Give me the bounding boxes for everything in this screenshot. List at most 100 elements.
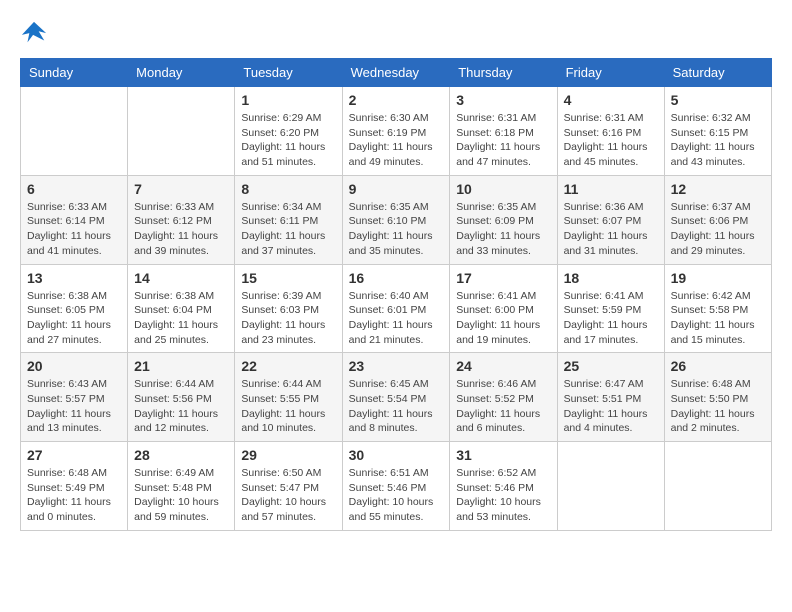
day-number: 20 — [27, 358, 121, 374]
calendar-cell: 5 Sunrise: 6:32 AM Sunset: 6:15 PM Daylig… — [664, 87, 771, 176]
day-info: Sunrise: 6:32 AM Sunset: 6:15 PM Dayligh… — [671, 111, 765, 170]
day-info: Sunrise: 6:48 AM Sunset: 5:49 PM Dayligh… — [27, 466, 121, 525]
day-number: 16 — [349, 270, 444, 286]
day-header-friday: Friday — [557, 59, 664, 87]
day-number: 31 — [456, 447, 550, 463]
day-number: 13 — [27, 270, 121, 286]
calendar-cell: 21 Sunrise: 6:44 AM Sunset: 5:56 PM Dayli… — [128, 353, 235, 442]
calendar-cell: 18Sunrise: 6:41 AM Sunset: 5:59 PM Dayli… — [557, 264, 664, 353]
day-info: Sunrise: 6:38 AM Sunset: 6:05 PM Dayligh… — [27, 289, 121, 348]
day-info: Sunrise: 6:33 AM Sunset: 6:12 PM Dayligh… — [134, 200, 228, 259]
calendar-week-2: 6 Sunrise: 6:33 AM Sunset: 6:14 PM Daylig… — [21, 175, 772, 264]
calendar-cell: 29 Sunrise: 6:50 AM Sunset: 5:47 PM Dayli… — [235, 442, 342, 531]
day-info: Sunrise: 6:31 AM Sunset: 6:16 PM Dayligh… — [564, 111, 658, 170]
day-info: Sunrise: 6:43 AM Sunset: 5:57 PM Dayligh… — [27, 377, 121, 436]
day-number: 15 — [241, 270, 335, 286]
day-number: 17 — [456, 270, 550, 286]
day-number: 25 — [564, 358, 658, 374]
day-header-wednesday: Wednesday — [342, 59, 450, 87]
day-number: 21 — [134, 358, 228, 374]
day-info: Sunrise: 6:40 AM Sunset: 6:01 PM Dayligh… — [349, 289, 444, 348]
calendar-cell: 11 Sunrise: 6:36 AM Sunset: 6:07 PM Dayli… — [557, 175, 664, 264]
calendar-week-1: 1 Sunrise: 6:29 AM Sunset: 6:20 PM Daylig… — [21, 87, 772, 176]
calendar-cell: 9 Sunrise: 6:35 AM Sunset: 6:10 PM Daylig… — [342, 175, 450, 264]
day-number: 19 — [671, 270, 765, 286]
logo-icon — [20, 20, 48, 48]
day-number: 14 — [134, 270, 228, 286]
calendar-cell: 4 Sunrise: 6:31 AM Sunset: 6:16 PM Daylig… — [557, 87, 664, 176]
day-number: 7 — [134, 181, 228, 197]
calendar-week-5: 27Sunrise: 6:48 AM Sunset: 5:49 PM Dayli… — [21, 442, 772, 531]
day-info: Sunrise: 6:42 AM Sunset: 5:58 PM Dayligh… — [671, 289, 765, 348]
calendar-cell: 24 Sunrise: 6:46 AM Sunset: 5:52 PM Dayli… — [450, 353, 557, 442]
day-info: Sunrise: 6:33 AM Sunset: 6:14 PM Dayligh… — [27, 200, 121, 259]
day-number: 24 — [456, 358, 550, 374]
calendar-cell: 15 Sunrise: 6:39 AM Sunset: 6:03 PM Dayli… — [235, 264, 342, 353]
calendar-cell: 17 Sunrise: 6:41 AM Sunset: 6:00 PM Dayli… — [450, 264, 557, 353]
day-info: Sunrise: 6:36 AM Sunset: 6:07 PM Dayligh… — [564, 200, 658, 259]
calendar-cell: 7 Sunrise: 6:33 AM Sunset: 6:12 PM Daylig… — [128, 175, 235, 264]
day-number: 12 — [671, 181, 765, 197]
day-info: Sunrise: 6:41 AM Sunset: 5:59 PM Dayligh… — [564, 289, 658, 348]
page-header — [20, 20, 772, 48]
day-number: 6 — [27, 181, 121, 197]
calendar-cell — [557, 442, 664, 531]
calendar-cell: 23Sunrise: 6:45 AM Sunset: 5:54 PM Dayli… — [342, 353, 450, 442]
day-info: Sunrise: 6:49 AM Sunset: 5:48 PM Dayligh… — [134, 466, 228, 525]
day-number: 30 — [349, 447, 444, 463]
day-number: 22 — [241, 358, 335, 374]
day-header-sunday: Sunday — [21, 59, 128, 87]
day-header-monday: Monday — [128, 59, 235, 87]
day-info: Sunrise: 6:47 AM Sunset: 5:51 PM Dayligh… — [564, 377, 658, 436]
calendar-cell: 26 Sunrise: 6:48 AM Sunset: 5:50 PM Dayli… — [664, 353, 771, 442]
calendar-cell — [664, 442, 771, 531]
day-info: Sunrise: 6:50 AM Sunset: 5:47 PM Dayligh… — [241, 466, 335, 525]
calendar-cell: 28 Sunrise: 6:49 AM Sunset: 5:48 PM Dayli… — [128, 442, 235, 531]
day-info: Sunrise: 6:51 AM Sunset: 5:46 PM Dayligh… — [349, 466, 444, 525]
day-number: 1 — [241, 92, 335, 108]
day-info: Sunrise: 6:34 AM Sunset: 6:11 PM Dayligh… — [241, 200, 335, 259]
calendar-header-row: SundayMondayTuesdayWednesdayThursdayFrid… — [21, 59, 772, 87]
calendar-cell: 14Sunrise: 6:38 AM Sunset: 6:04 PM Dayli… — [128, 264, 235, 353]
day-info: Sunrise: 6:41 AM Sunset: 6:00 PM Dayligh… — [456, 289, 550, 348]
calendar-cell: 27Sunrise: 6:48 AM Sunset: 5:49 PM Dayli… — [21, 442, 128, 531]
day-info: Sunrise: 6:37 AM Sunset: 6:06 PM Dayligh… — [671, 200, 765, 259]
day-info: Sunrise: 6:29 AM Sunset: 6:20 PM Dayligh… — [241, 111, 335, 170]
calendar-cell: 8 Sunrise: 6:34 AM Sunset: 6:11 PM Daylig… — [235, 175, 342, 264]
calendar-cell: 10Sunrise: 6:35 AM Sunset: 6:09 PM Dayli… — [450, 175, 557, 264]
day-info: Sunrise: 6:46 AM Sunset: 5:52 PM Dayligh… — [456, 377, 550, 436]
day-info: Sunrise: 6:48 AM Sunset: 5:50 PM Dayligh… — [671, 377, 765, 436]
day-number: 23 — [349, 358, 444, 374]
calendar-week-4: 20 Sunrise: 6:43 AM Sunset: 5:57 PM Dayli… — [21, 353, 772, 442]
calendar-cell — [21, 87, 128, 176]
calendar-cell: 20 Sunrise: 6:43 AM Sunset: 5:57 PM Dayli… — [21, 353, 128, 442]
day-header-saturday: Saturday — [664, 59, 771, 87]
day-info: Sunrise: 6:44 AM Sunset: 5:55 PM Dayligh… — [241, 377, 335, 436]
day-header-thursday: Thursday — [450, 59, 557, 87]
calendar-cell: 2 Sunrise: 6:30 AM Sunset: 6:19 PM Daylig… — [342, 87, 450, 176]
day-number: 4 — [564, 92, 658, 108]
calendar-cell: 3Sunrise: 6:31 AM Sunset: 6:18 PM Daylig… — [450, 87, 557, 176]
logo — [20, 20, 52, 48]
day-info: Sunrise: 6:44 AM Sunset: 5:56 PM Dayligh… — [134, 377, 228, 436]
calendar-cell: 1 Sunrise: 6:29 AM Sunset: 6:20 PM Daylig… — [235, 87, 342, 176]
day-info: Sunrise: 6:35 AM Sunset: 6:10 PM Dayligh… — [349, 200, 444, 259]
day-number: 29 — [241, 447, 335, 463]
day-header-tuesday: Tuesday — [235, 59, 342, 87]
calendar-cell — [128, 87, 235, 176]
day-number: 26 — [671, 358, 765, 374]
day-number: 5 — [671, 92, 765, 108]
day-number: 10 — [456, 181, 550, 197]
calendar-cell: 22 Sunrise: 6:44 AM Sunset: 5:55 PM Dayli… — [235, 353, 342, 442]
calendar-cell: 16 Sunrise: 6:40 AM Sunset: 6:01 PM Dayli… — [342, 264, 450, 353]
day-info: Sunrise: 6:39 AM Sunset: 6:03 PM Dayligh… — [241, 289, 335, 348]
day-number: 11 — [564, 181, 658, 197]
calendar-cell: 12 Sunrise: 6:37 AM Sunset: 6:06 PM Dayli… — [664, 175, 771, 264]
day-info: Sunrise: 6:30 AM Sunset: 6:19 PM Dayligh… — [349, 111, 444, 170]
day-number: 9 — [349, 181, 444, 197]
day-number: 2 — [349, 92, 444, 108]
calendar-week-3: 13 Sunrise: 6:38 AM Sunset: 6:05 PM Dayli… — [21, 264, 772, 353]
day-number: 8 — [241, 181, 335, 197]
day-number: 3 — [456, 92, 550, 108]
day-number: 28 — [134, 447, 228, 463]
